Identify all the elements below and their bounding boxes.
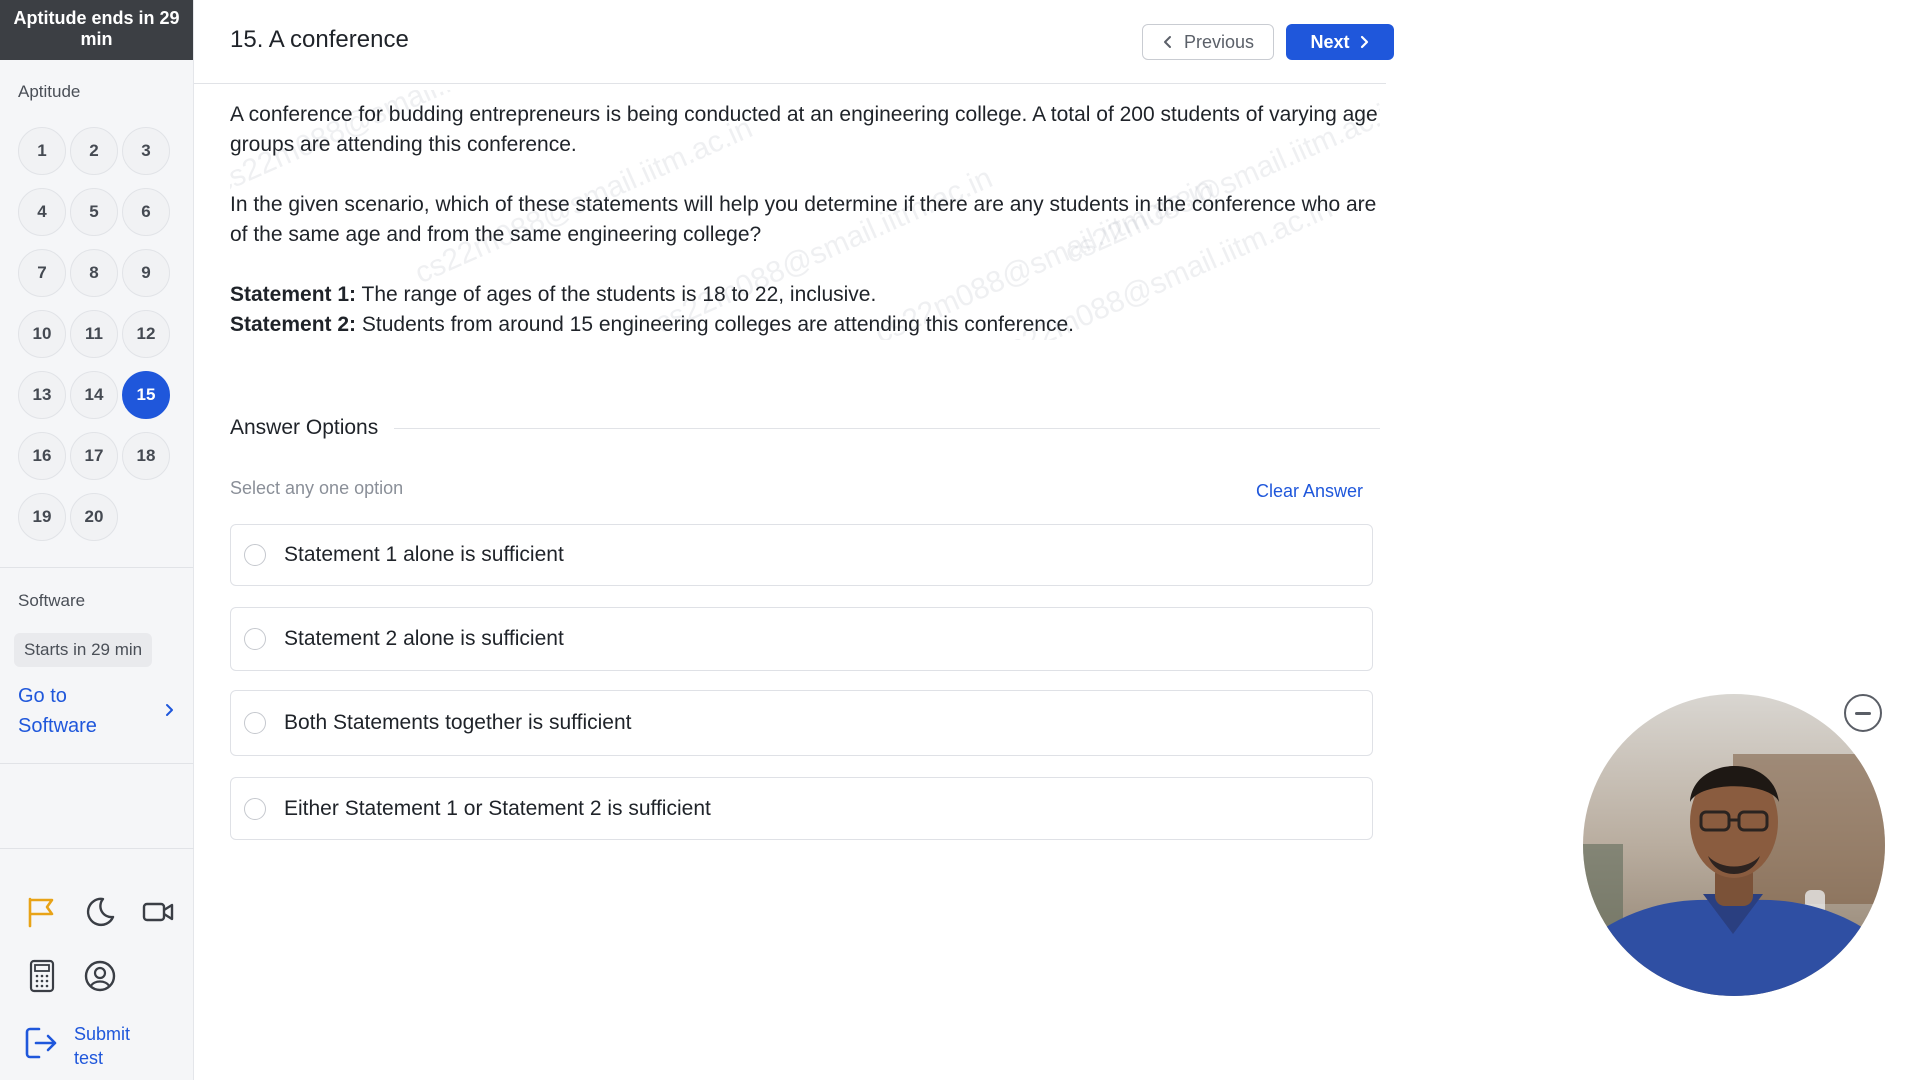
statement-2: Statement 2: Students from around 15 eng… bbox=[230, 310, 1380, 340]
statement-2-label: Statement 2: bbox=[230, 313, 357, 336]
question-button-3[interactable]: 3 bbox=[122, 127, 170, 175]
aptitude-timer: Aptitude ends in 29 min bbox=[0, 0, 193, 60]
software-section: Software Starts in 29 min Go to Software bbox=[0, 591, 193, 763]
question-button-2[interactable]: 2 bbox=[70, 127, 118, 175]
question-paragraph-1: A conference for budding entrepreneurs i… bbox=[230, 103, 1378, 156]
logout-icon bbox=[22, 1024, 60, 1068]
statement-1-label: Statement 1: bbox=[230, 283, 357, 306]
video-camera-icon[interactable] bbox=[140, 894, 176, 930]
section-label-aptitude: Aptitude bbox=[18, 82, 81, 101]
chevron-left-icon bbox=[1163, 36, 1171, 48]
next-button[interactable]: Next bbox=[1286, 24, 1394, 60]
sidebar-divider-2 bbox=[0, 763, 193, 764]
question-button-13[interactable]: 13 bbox=[18, 371, 66, 419]
calculator-icon[interactable] bbox=[24, 958, 60, 994]
question-button-12[interactable]: 12 bbox=[122, 310, 170, 358]
answer-options-header: Answer Options bbox=[230, 416, 1380, 440]
statement-1-text: The range of ages of the students is 18 … bbox=[356, 283, 877, 306]
question-button-15-active[interactable]: 15 bbox=[122, 371, 170, 419]
question-button-8[interactable]: 8 bbox=[70, 249, 118, 297]
clear-answer-link[interactable]: Clear Answer bbox=[1256, 481, 1363, 502]
question-button-20[interactable]: 20 bbox=[70, 493, 118, 541]
answer-options-title: Answer Options bbox=[230, 416, 379, 439]
sidebar-divider bbox=[0, 567, 193, 568]
answer-option-label: Statement 2 alone is sufficient bbox=[284, 627, 564, 650]
question-body: A conference for budding entrepreneurs i… bbox=[230, 100, 1380, 340]
previous-label: Previous bbox=[1183, 31, 1255, 52]
question-button-16[interactable]: 16 bbox=[18, 432, 66, 480]
radio-button[interactable] bbox=[244, 628, 266, 650]
question-navigator: 1 2 3 4 5 6 7 8 9 10 11 12 13 14 15 16 1… bbox=[0, 127, 193, 541]
chevron-right-icon bbox=[1360, 35, 1368, 49]
flag-icon[interactable] bbox=[24, 894, 60, 930]
question-button-19[interactable]: 19 bbox=[18, 493, 66, 541]
answer-option-label: Either Statement 1 or Statement 2 is suf… bbox=[284, 796, 711, 820]
sidebar-tools: Submit test bbox=[0, 848, 194, 1080]
question-button-17[interactable]: 17 bbox=[70, 432, 118, 480]
statement-2-text: Students from around 15 engineering coll… bbox=[356, 313, 1074, 336]
moon-icon[interactable] bbox=[82, 894, 118, 930]
answer-hint: Select any one option bbox=[230, 478, 404, 498]
go-to-software-link[interactable]: Go to Software bbox=[0, 681, 193, 741]
sidebar: Aptitude ends in 29 min Aptitude 1 2 3 4… bbox=[0, 0, 194, 1080]
question-button-7[interactable]: 7 bbox=[18, 249, 66, 297]
question-button-18[interactable]: 18 bbox=[122, 432, 170, 480]
statements: Statement 1: The range of ages of the st… bbox=[230, 280, 1380, 340]
webcam-image bbox=[1583, 694, 1885, 996]
answer-option-1[interactable]: Statement 1 alone is sufficient bbox=[230, 524, 1373, 586]
question-button-14[interactable]: 14 bbox=[70, 371, 118, 419]
software-starts-badge: Starts in 29 min bbox=[14, 633, 153, 667]
next-label: Next bbox=[1310, 31, 1350, 52]
question-button-6[interactable]: 6 bbox=[122, 188, 170, 236]
question-button-1[interactable]: 1 bbox=[18, 127, 66, 175]
question-header: 15. A conference Previous Next bbox=[194, 0, 1394, 84]
answer-option-4[interactable]: Either Statement 1 or Statement 2 is suf… bbox=[230, 777, 1373, 840]
section-label-software: Software bbox=[18, 591, 86, 610]
submit-test-button[interactable]: Submit test bbox=[0, 1022, 194, 1070]
previous-button[interactable]: Previous bbox=[1142, 24, 1274, 60]
question-button-5[interactable]: 5 bbox=[70, 188, 118, 236]
radio-button[interactable] bbox=[244, 544, 266, 566]
answer-option-label: Both Statements together is sufficient bbox=[284, 711, 632, 734]
radio-button[interactable] bbox=[244, 712, 266, 734]
submit-test-label: Submit test bbox=[74, 1024, 131, 1068]
question-paragraph-2: In the given scenario, which of these st… bbox=[230, 193, 1377, 246]
chevron-right-icon bbox=[165, 696, 175, 726]
go-to-software-label: Go to Software bbox=[18, 685, 97, 737]
answer-option-label: Statement 1 alone is sufficient bbox=[284, 543, 564, 566]
webcam-preview bbox=[1583, 694, 1885, 996]
answer-option-3[interactable]: Both Statements together is sufficient bbox=[230, 690, 1373, 756]
question-button-10[interactable]: 10 bbox=[18, 310, 66, 358]
question-button-11[interactable]: 11 bbox=[70, 310, 118, 358]
radio-button[interactable] bbox=[244, 797, 266, 820]
user-circle-icon[interactable] bbox=[82, 958, 118, 994]
question-button-4[interactable]: 4 bbox=[18, 188, 66, 236]
statement-1: Statement 1: The range of ages of the st… bbox=[230, 280, 1380, 310]
answer-options-divider bbox=[394, 427, 1380, 429]
minimize-icon[interactable] bbox=[1844, 694, 1882, 732]
question-button-9[interactable]: 9 bbox=[122, 249, 170, 297]
question-title: 15. A conference bbox=[230, 26, 409, 53]
answer-option-2[interactable]: Statement 2 alone is sufficient bbox=[230, 607, 1373, 671]
